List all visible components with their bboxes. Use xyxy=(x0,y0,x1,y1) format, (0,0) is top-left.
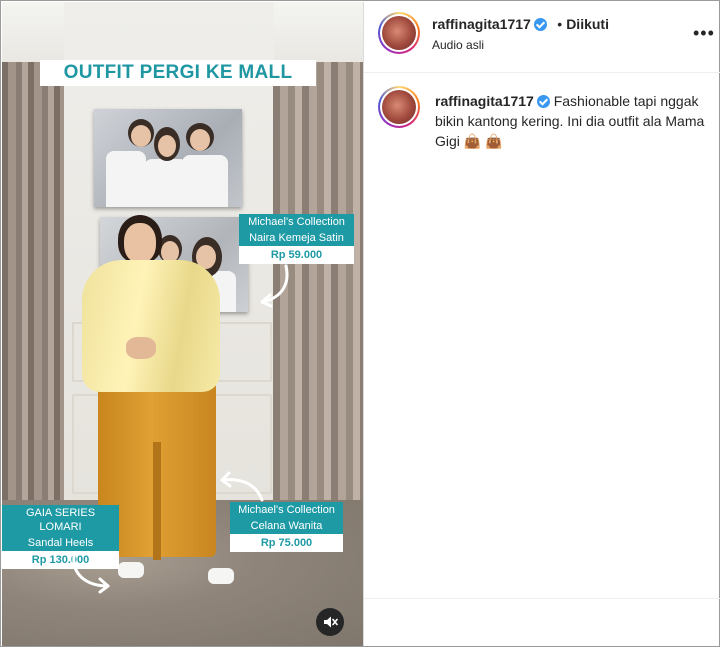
curtain-left xyxy=(2,62,64,502)
sandal-left xyxy=(118,562,144,578)
post-header: raffinagita1717 • Diikuti Audio asli xyxy=(364,2,720,73)
post-frame: OUTFIT PERGI KE MALL Michael's Collectio… xyxy=(0,0,720,647)
verified-badge-icon xyxy=(536,95,550,108)
caption-username-link[interactable]: raffinagita1717 xyxy=(435,93,534,109)
arrow-icon xyxy=(220,471,264,502)
video-title-banner: OUTFIT PERGI KE MALL xyxy=(40,60,316,86)
post-video[interactable]: OUTFIT PERGI KE MALL Michael's Collectio… xyxy=(2,2,363,646)
avatar[interactable] xyxy=(378,86,420,128)
family-photo-top xyxy=(94,109,242,207)
more-options-icon[interactable]: ••• xyxy=(693,23,715,44)
verified-badge-icon xyxy=(533,18,547,31)
product-tag-blouse: Michael's Collection Naira Kemeja Satin … xyxy=(239,214,354,264)
person-hands xyxy=(126,337,156,359)
avatar[interactable] xyxy=(378,12,420,54)
bag-emoji-icon: 👜 👜 xyxy=(463,133,503,149)
sandal-right xyxy=(208,568,234,584)
audio-link[interactable]: Audio asli xyxy=(432,38,484,52)
person-face xyxy=(124,223,156,263)
follow-status-button[interactable]: Diikuti xyxy=(566,16,609,32)
divider xyxy=(363,2,364,646)
arrow-icon xyxy=(260,264,289,308)
yellow-satin-blouse xyxy=(82,260,220,392)
header-user-line: raffinagita1717 • Diikuti xyxy=(432,16,609,32)
username-link[interactable]: raffinagita1717 xyxy=(432,16,531,32)
divider xyxy=(364,598,720,599)
product-tag-pants: Michael's Collection Celana Wanita Rp 75… xyxy=(230,502,343,552)
speaker-muted-icon[interactable] xyxy=(316,608,344,636)
arrow-icon xyxy=(72,554,110,594)
post-caption: raffinagita1717 Fashionable tapi nggak b… xyxy=(435,91,705,151)
